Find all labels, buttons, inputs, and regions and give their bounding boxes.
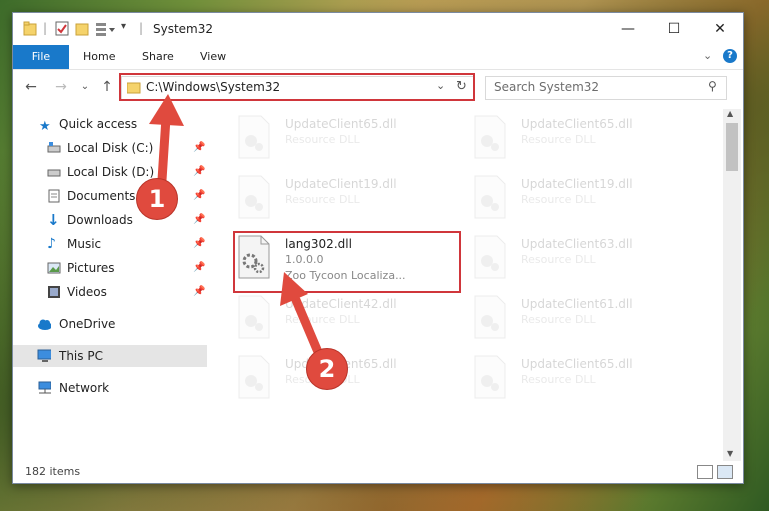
callout-2: 2	[306, 348, 348, 390]
annotation-arrows	[149, 94, 323, 357]
callout-1: 1	[136, 178, 178, 220]
arrow-2	[280, 272, 323, 357]
arrow-1	[149, 94, 184, 185]
